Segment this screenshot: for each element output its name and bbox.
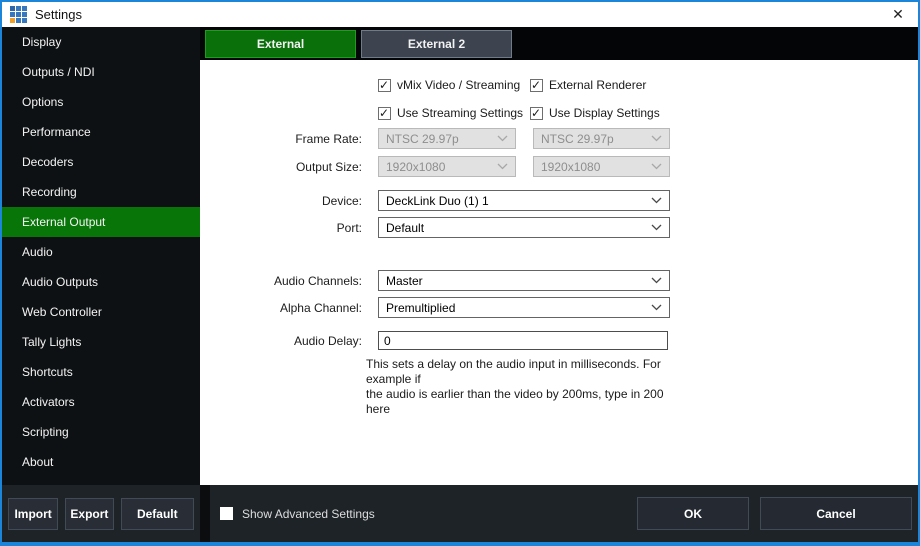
alpha-channel-label: Alpha Channel:	[200, 301, 362, 315]
chevron-down-icon	[651, 197, 662, 204]
external-renderer-checkbox[interactable]	[530, 79, 543, 92]
use-streaming-settings-label: Use Streaming Settings	[397, 106, 523, 120]
frame-rate-row: Frame Rate: NTSC 29.97p NTSC 29.97p	[200, 128, 670, 149]
port-select[interactable]: Default	[378, 217, 670, 238]
tab-strip: External External 2	[200, 27, 918, 60]
device-value: DeckLink Duo (1) 1	[386, 194, 489, 208]
device-select[interactable]: DeckLink Duo (1) 1	[378, 190, 670, 211]
frame-rate-label: Frame Rate:	[200, 132, 362, 146]
sidebar-item-about[interactable]: About	[2, 447, 200, 477]
use-display-settings-checkbox[interactable]	[530, 107, 543, 120]
device-label: Device:	[200, 194, 362, 208]
output-size-row: Output Size: 1920x1080 1920x1080	[200, 156, 670, 177]
chevron-down-icon	[497, 163, 508, 170]
show-advanced-settings-checkbox[interactable]	[220, 507, 233, 520]
cancel-button[interactable]: Cancel	[760, 497, 912, 530]
external-output-panel: vMix Video / Streaming External Renderer…	[200, 60, 918, 485]
sidebar-item-options[interactable]: Options	[2, 87, 200, 117]
sidebar-item-shortcuts[interactable]: Shortcuts	[2, 357, 200, 387]
sidebar-footer: Import Export Default	[2, 485, 200, 542]
sidebar-item-audio-outputs[interactable]: Audio Outputs	[2, 267, 200, 297]
output-size-select-right: 1920x1080	[533, 156, 670, 177]
sidebar-item-web-controller[interactable]: Web Controller	[2, 297, 200, 327]
title-bar: Settings ✕	[2, 2, 918, 27]
settings-window: Settings ✕ Display Outputs / NDI Options…	[0, 0, 920, 546]
sidebar-item-activators[interactable]: Activators	[2, 387, 200, 417]
bottom-bar: Show Advanced Settings OK Cancel	[200, 485, 918, 542]
chevron-down-icon	[497, 135, 508, 142]
vmix-video-streaming-checkbox[interactable]	[378, 79, 391, 92]
window-title: Settings	[35, 7, 82, 22]
output-size-value-right: 1920x1080	[541, 160, 600, 174]
export-button[interactable]: Export	[65, 498, 113, 530]
sidebar-item-performance[interactable]: Performance	[2, 117, 200, 147]
audio-channels-label: Audio Channels:	[200, 274, 362, 288]
default-button[interactable]: Default	[121, 498, 194, 530]
sidebar-item-decoders[interactable]: Decoders	[2, 147, 200, 177]
sidebar-item-recording[interactable]: Recording	[2, 177, 200, 207]
frame-rate-select-right: NTSC 29.97p	[533, 128, 670, 149]
ok-button[interactable]: OK	[637, 497, 749, 530]
audio-delay-help-text: This sets a delay on the audio input in …	[366, 357, 676, 417]
chevron-down-icon	[651, 304, 662, 311]
audio-channels-row: Audio Channels: Master	[200, 270, 670, 291]
device-row: Device: DeckLink Duo (1) 1	[200, 190, 670, 211]
sidebar-item-external-output[interactable]: External Output	[2, 207, 200, 237]
alpha-channel-row: Alpha Channel: Premultiplied	[200, 297, 670, 318]
audio-channels-select[interactable]: Master	[378, 270, 670, 291]
output-size-select-left: 1920x1080	[378, 156, 516, 177]
audio-delay-input[interactable]	[378, 331, 668, 350]
help-text-line-2: the audio is earlier than the video by 2…	[366, 387, 676, 417]
chevron-down-icon	[651, 224, 662, 231]
frame-rate-value-right: NTSC 29.97p	[541, 132, 614, 146]
settings-sidebar: Display Outputs / NDI Options Performanc…	[2, 27, 200, 542]
frame-rate-select-left: NTSC 29.97p	[378, 128, 516, 149]
sidebar-item-audio[interactable]: Audio	[2, 237, 200, 267]
port-value: Default	[386, 221, 424, 235]
alpha-channel-value: Premultiplied	[386, 301, 455, 315]
audio-delay-label: Audio Delay:	[200, 334, 362, 348]
port-label: Port:	[200, 221, 362, 235]
use-display-settings-row: Use Display Settings	[530, 106, 660, 120]
import-button[interactable]: Import	[8, 498, 58, 530]
chevron-down-icon	[651, 277, 662, 284]
show-advanced-settings-label: Show Advanced Settings	[242, 507, 375, 521]
chevron-down-icon	[651, 135, 662, 142]
output-size-label: Output Size:	[200, 160, 362, 174]
output-size-value-left: 1920x1080	[386, 160, 445, 174]
sidebar-item-display[interactable]: Display	[2, 27, 200, 57]
frame-rate-value-left: NTSC 29.97p	[386, 132, 459, 146]
close-icon[interactable]: ✕	[878, 2, 918, 27]
use-display-settings-label: Use Display Settings	[549, 106, 660, 120]
use-streaming-settings-row: Use Streaming Settings	[378, 106, 523, 120]
vmix-logo-icon	[10, 6, 27, 23]
sidebar-item-scripting[interactable]: Scripting	[2, 417, 200, 447]
vmix-video-streaming-row: vMix Video / Streaming	[378, 78, 520, 92]
audio-delay-row: Audio Delay:	[200, 330, 668, 351]
external-renderer-label: External Renderer	[549, 78, 646, 92]
tab-external[interactable]: External	[205, 30, 356, 58]
help-text-line-1: This sets a delay on the audio input in …	[366, 357, 676, 387]
sidebar-item-tally-lights[interactable]: Tally Lights	[2, 327, 200, 357]
chevron-down-icon	[651, 163, 662, 170]
vmix-video-streaming-label: vMix Video / Streaming	[397, 78, 520, 92]
external-renderer-row: External Renderer	[530, 78, 646, 92]
port-row: Port: Default	[200, 217, 670, 238]
alpha-channel-select[interactable]: Premultiplied	[378, 297, 670, 318]
bottom-bar-panel: Show Advanced Settings OK Cancel	[210, 485, 918, 542]
sidebar-item-outputs-ndi[interactable]: Outputs / NDI	[2, 57, 200, 87]
tab-external-2[interactable]: External 2	[361, 30, 512, 58]
use-streaming-settings-checkbox[interactable]	[378, 107, 391, 120]
audio-channels-value: Master	[386, 274, 423, 288]
